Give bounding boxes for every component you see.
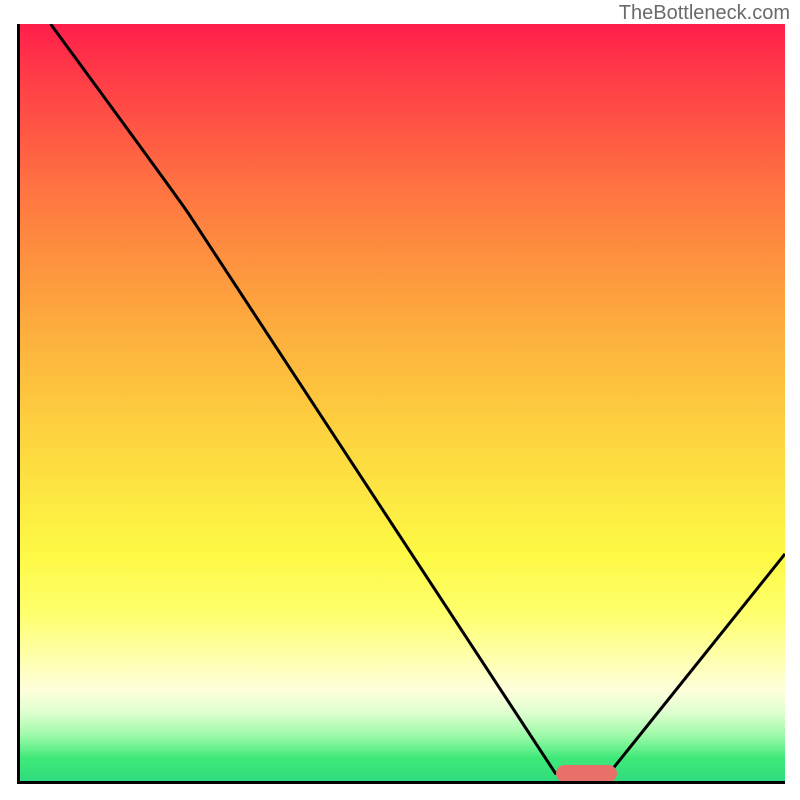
bottleneck-curve	[20, 24, 785, 781]
optimum-marker	[556, 765, 617, 782]
plot-area	[17, 24, 785, 784]
watermark-text: TheBottleneck.com	[619, 2, 790, 25]
